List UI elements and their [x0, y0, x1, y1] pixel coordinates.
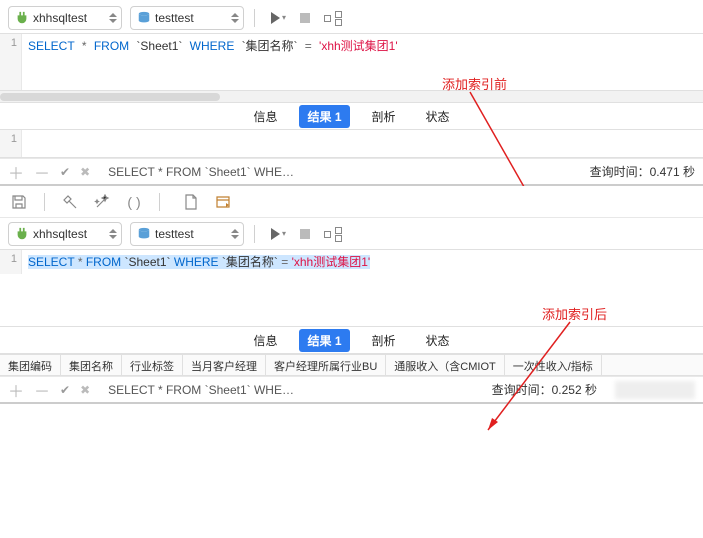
cancel-button[interactable]: ✖ — [80, 383, 90, 397]
sql-editor[interactable]: 1 SELECT * FROM `Sheet1` WHERE `集团名称` = … — [0, 250, 703, 274]
status-query-text: SELECT * FROM `Sheet1` WHE… — [108, 383, 294, 397]
database-dropdown[interactable]: testtest — [130, 222, 244, 246]
dropdown-arrows-icon — [231, 13, 239, 23]
row-gutter: 1 — [0, 130, 22, 157]
tab-result[interactable]: 结果 1 — [299, 105, 349, 128]
parentheses-icon[interactable]: ( ) — [125, 193, 143, 211]
connection-dropdown[interactable]: xhhsqltest — [8, 222, 122, 246]
column-header[interactable]: 集团编码 — [0, 355, 61, 375]
result-grid[interactable]: 1 — [0, 130, 703, 158]
column-header[interactable]: 客户经理所属行业BU — [266, 355, 386, 375]
tab-result[interactable]: 结果 1 — [299, 329, 349, 352]
save-icon[interactable] — [10, 193, 28, 211]
tab-state[interactable]: 状态 — [418, 329, 458, 352]
query-panel-after: ( ) xhhsqltest testtest ▾ 1 SELECT * FRO… — [0, 186, 703, 404]
database-icon — [137, 227, 151, 241]
tab-info[interactable]: 信息 — [245, 105, 285, 128]
stop-button[interactable] — [300, 13, 310, 23]
plug-icon — [15, 227, 29, 241]
separator — [159, 193, 160, 211]
run-button[interactable]: ▾ — [265, 228, 286, 240]
document-icon[interactable] — [182, 193, 200, 211]
separator — [254, 9, 255, 27]
cancel-button[interactable]: ✖ — [80, 165, 90, 179]
line-gutter: 1 — [0, 250, 22, 274]
database-name: testtest — [155, 11, 227, 25]
wand-icon[interactable] — [93, 193, 111, 211]
sql-code[interactable]: SELECT * FROM `Sheet1` WHERE `集团名称` = 'x… — [22, 34, 703, 90]
add-row-button[interactable]: ＋ — [8, 160, 24, 184]
sql-code[interactable]: SELECT * FROM `Sheet1` WHERE `集团名称` = 'x… — [22, 250, 703, 274]
explain-button[interactable] — [324, 11, 342, 25]
result-tabs: 信息 结果 1 剖析 状态 — [0, 102, 703, 130]
delete-row-button[interactable]: － — [34, 160, 50, 184]
line-gutter: 1 — [0, 34, 22, 90]
dropdown-arrows-icon — [109, 13, 117, 23]
tab-state[interactable]: 状态 — [418, 105, 458, 128]
dropdown-arrows-icon — [231, 229, 239, 239]
blurred-region — [615, 381, 695, 399]
status-query-text: SELECT * FROM `Sheet1` WHE… — [108, 165, 294, 179]
status-time: 查询时间：0.252 秒 — [492, 381, 597, 398]
query-panel-before: xhhsqltest testtest ▾ 1 SELECT * FROM `S… — [0, 0, 703, 186]
column-header[interactable]: 一次性收入/指标 — [505, 355, 602, 375]
status-time: 查询时间：0.471 秒 — [590, 163, 695, 180]
editor-toolbar: ( ) — [0, 186, 703, 218]
separator — [44, 193, 45, 211]
tab-info[interactable]: 信息 — [245, 329, 285, 352]
column-header[interactable]: 当月客户经理 — [183, 355, 266, 375]
toolbar-top: xhhsqltest testtest ▾ — [0, 2, 703, 34]
database-name: testtest — [155, 227, 227, 241]
toolbar-top: xhhsqltest testtest ▾ — [0, 218, 703, 250]
result-columns-header: 集团编码 集团名称 行业标签 当月客户经理 客户经理所属行业BU 通服收入（含C… — [0, 354, 703, 376]
connection-name: xhhsqltest — [33, 227, 105, 241]
apply-button[interactable]: ✔ — [60, 165, 70, 179]
run-button[interactable]: ▾ — [265, 12, 286, 24]
status-bar: ＋ － ✔ ✖ SELECT * FROM `Sheet1` WHE… 查询时间… — [0, 158, 703, 184]
tab-profile[interactable]: 剖析 — [364, 105, 404, 128]
explain-button[interactable] — [324, 227, 342, 241]
export-icon[interactable] — [214, 193, 232, 211]
column-header[interactable]: 集团名称 — [61, 355, 122, 375]
connection-dropdown[interactable]: xhhsqltest — [8, 6, 122, 30]
apply-button[interactable]: ✔ — [60, 383, 70, 397]
plug-icon — [15, 11, 29, 25]
database-dropdown[interactable]: testtest — [130, 6, 244, 30]
status-bar: ＋ － ✔ ✖ SELECT * FROM `Sheet1` WHE… 查询时间… — [0, 376, 703, 402]
result-tabs: 信息 结果 1 剖析 状态 — [0, 326, 703, 354]
delete-row-button[interactable]: － — [34, 378, 50, 402]
separator — [254, 225, 255, 243]
column-header[interactable]: 通服收入（含CMIOT — [386, 355, 504, 375]
add-row-button[interactable]: ＋ — [8, 378, 24, 402]
tab-profile[interactable]: 剖析 — [364, 329, 404, 352]
connection-name: xhhsqltest — [33, 11, 105, 25]
database-icon — [137, 11, 151, 25]
dropdown-arrows-icon — [109, 229, 117, 239]
hammer-icon[interactable] — [61, 193, 79, 211]
column-header[interactable]: 行业标签 — [122, 355, 183, 375]
horizontal-scrollbar[interactable] — [0, 90, 703, 102]
stop-button[interactable] — [300, 229, 310, 239]
sql-editor[interactable]: 1 SELECT * FROM `Sheet1` WHERE `集团名称` = … — [0, 34, 703, 90]
